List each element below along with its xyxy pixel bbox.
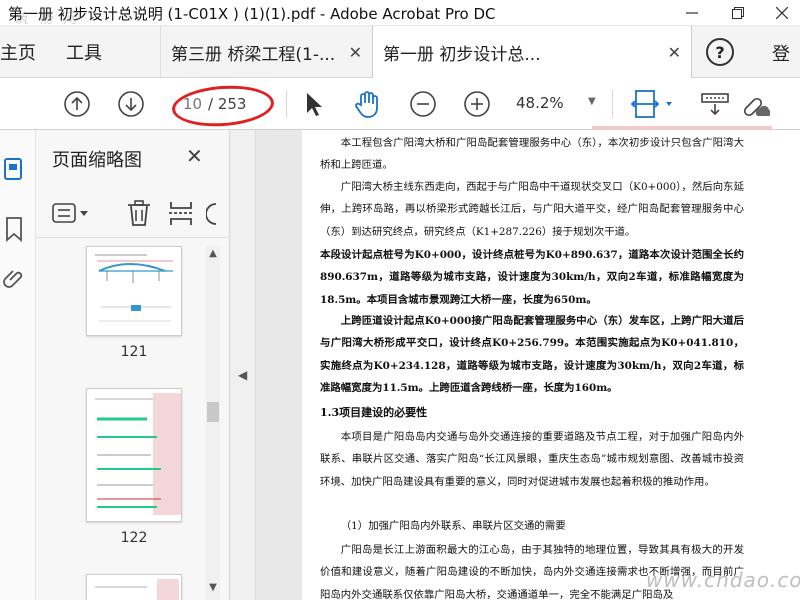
link-cloud-icon <box>743 97 770 117</box>
page-fit-button[interactable] <box>630 89 674 119</box>
toolbar-divider <box>612 90 613 118</box>
paragraph: 上跨匝道设计起点K0+000接广阳岛配套管理服务中心（东）发车区，上跨广阳大道后… <box>320 315 744 395</box>
options-menu-icon[interactable] <box>52 202 92 226</box>
keyboard-scroll-icon <box>701 93 729 116</box>
panel-toolbar <box>36 188 230 238</box>
collapse-panel-handle[interactable]: ◀ <box>230 130 256 600</box>
plus-circle-icon <box>464 91 490 117</box>
next-drawing-thumbnail <box>95 579 179 600</box>
minus-circle-icon <box>410 91 436 117</box>
close-icon <box>776 7 788 19</box>
zoom-value: 48.2% <box>516 94 564 112</box>
thumbnail-page-number: 122 <box>120 530 148 546</box>
toolbar-divider <box>286 90 287 118</box>
minimize-button[interactable] <box>670 0 714 26</box>
bridge-drawing-thumbnail <box>95 254 173 322</box>
zoom-select[interactable]: 48.2% ▼ <box>516 94 606 112</box>
sub-heading: （1）加强广阳岛内外联系、串联片区交通的需要 <box>340 520 566 532</box>
page-thumbnails-tab[interactable] <box>2 156 28 182</box>
left-rail <box>0 130 36 600</box>
bookmarks-tab[interactable] <box>2 216 28 242</box>
tab-home[interactable]: 主页 <box>0 26 36 78</box>
thumbnail-page-number: 121 <box>120 344 148 360</box>
pointer-cursor-icon <box>307 93 322 116</box>
window-title: 第一册 初步设计总说明 (1-C01X ) (1)(1).pdf - Adobe… <box>8 5 496 23</box>
section-drawing-thumbnail <box>95 393 181 515</box>
document-page: 本工程包含广阳湾大桥和广阳岛配套管理服务中心（东），本次初步设计只包含广阳湾大桥… <box>302 130 800 600</box>
arrow-up-circle-icon <box>64 91 90 117</box>
trash-icon[interactable] <box>126 200 152 228</box>
tab-document-design[interactable]: 第一册 初步设计总... ✕ <box>372 26 692 79</box>
scroll-mode-button[interactable] <box>700 89 730 119</box>
paragraph: 本项目是广阳岛岛内交通与岛外交通连接的重要道路及节点工程，对于加强广阳岛内外联系… <box>320 431 744 488</box>
section-heading: 1.3项目建设的必要性 <box>320 406 428 419</box>
title-bar: 第一册 初步设计总说明 (1-C01X ) (1)(1).pdf - Adobe… <box>0 0 800 27</box>
fit-page-icon <box>630 90 672 118</box>
select-tool-button[interactable] <box>298 89 328 119</box>
previous-page-button[interactable] <box>62 89 92 119</box>
share-link-button[interactable] <box>740 89 770 119</box>
help-icon[interactable]: ? <box>706 38 734 66</box>
scroll-up-icon[interactable]: ▲ <box>207 248 219 259</box>
tab-document-bridge[interactable]: 第三册 桥梁工程(1-... ✕ <box>160 26 370 78</box>
paperclip-icon <box>3 270 23 288</box>
next-page-button[interactable] <box>116 89 146 119</box>
zoom-in-button[interactable] <box>462 89 492 119</box>
thumbnail-panel: 页面缩略图 ✕ 121 122 ▲ ▼ <box>36 130 230 600</box>
page-thumbnail[interactable] <box>86 388 182 522</box>
zoom-out-button[interactable] <box>408 89 438 119</box>
maximize-button[interactable] <box>716 0 760 26</box>
chevron-left-icon: ◀ <box>238 368 248 382</box>
paragraph: 本工程包含广阳湾大桥和广阳岛配套管理服务中心（东），本次初步设计只包含广阳湾大桥… <box>320 137 744 172</box>
arrow-down-circle-icon <box>118 91 144 117</box>
close-panel-icon[interactable]: ✕ <box>186 144 203 168</box>
scroll-down-icon[interactable]: ▼ <box>207 582 219 593</box>
panel-title: 页面缩略图 <box>52 150 142 171</box>
paragraph: 广阳湾大桥主线东西走向，西起于与广阳岛中干道现状交叉口（K0+000），然后向东… <box>320 181 744 238</box>
toolbar: 10 / 253 48.2% ▼ <box>0 78 800 130</box>
paragraph: 本段设计起点桩号为K0+000，设计终点桩号为K0+890.637，道路本次设计… <box>320 249 744 306</box>
thumbnails-icon <box>4 158 22 180</box>
document-view[interactable]: 本工程包含广阳湾大桥和广阳岛配套管理服务中心（东），本次初步设计只包含广阳湾大桥… <box>256 130 800 600</box>
bookmark-icon <box>6 217 22 242</box>
hand-tool-button[interactable] <box>352 89 382 119</box>
close-tab-icon[interactable]: ✕ <box>349 43 362 62</box>
tab-label: 第一册 初步设计总... <box>383 45 541 65</box>
scrollbar-thumb[interactable] <box>207 402 219 422</box>
extract-pages-icon[interactable] <box>168 200 194 228</box>
attachments-tab[interactable] <box>2 266 28 292</box>
tab-tools[interactable]: 工具 <box>66 26 102 78</box>
restore-icon <box>732 7 744 19</box>
minimize-icon <box>686 12 698 14</box>
thumbnail-scrollbar[interactable]: ▲ ▼ <box>206 246 220 600</box>
watermark-bottom: www.chdao.com <box>646 568 800 592</box>
page-thumbnail[interactable] <box>86 246 182 336</box>
watermark-top: 筑 杨 网 <box>14 11 80 27</box>
hand-icon <box>355 91 378 118</box>
close-window-button[interactable] <box>760 0 800 26</box>
close-tab-icon[interactable]: ✕ <box>668 43 681 62</box>
tab-bar: 主页 工具 第三册 桥梁工程(1-... ✕ 第一册 初步设计总... ✕ ? … <box>0 26 800 79</box>
page-thumbnail[interactable] <box>86 574 182 600</box>
login-button[interactable]: 登 <box>772 40 790 66</box>
tab-label: 第三册 桥梁工程(1-... <box>171 44 336 65</box>
rotate-icon[interactable] <box>206 200 220 228</box>
chevron-down-icon: ▼ <box>588 96 596 107</box>
